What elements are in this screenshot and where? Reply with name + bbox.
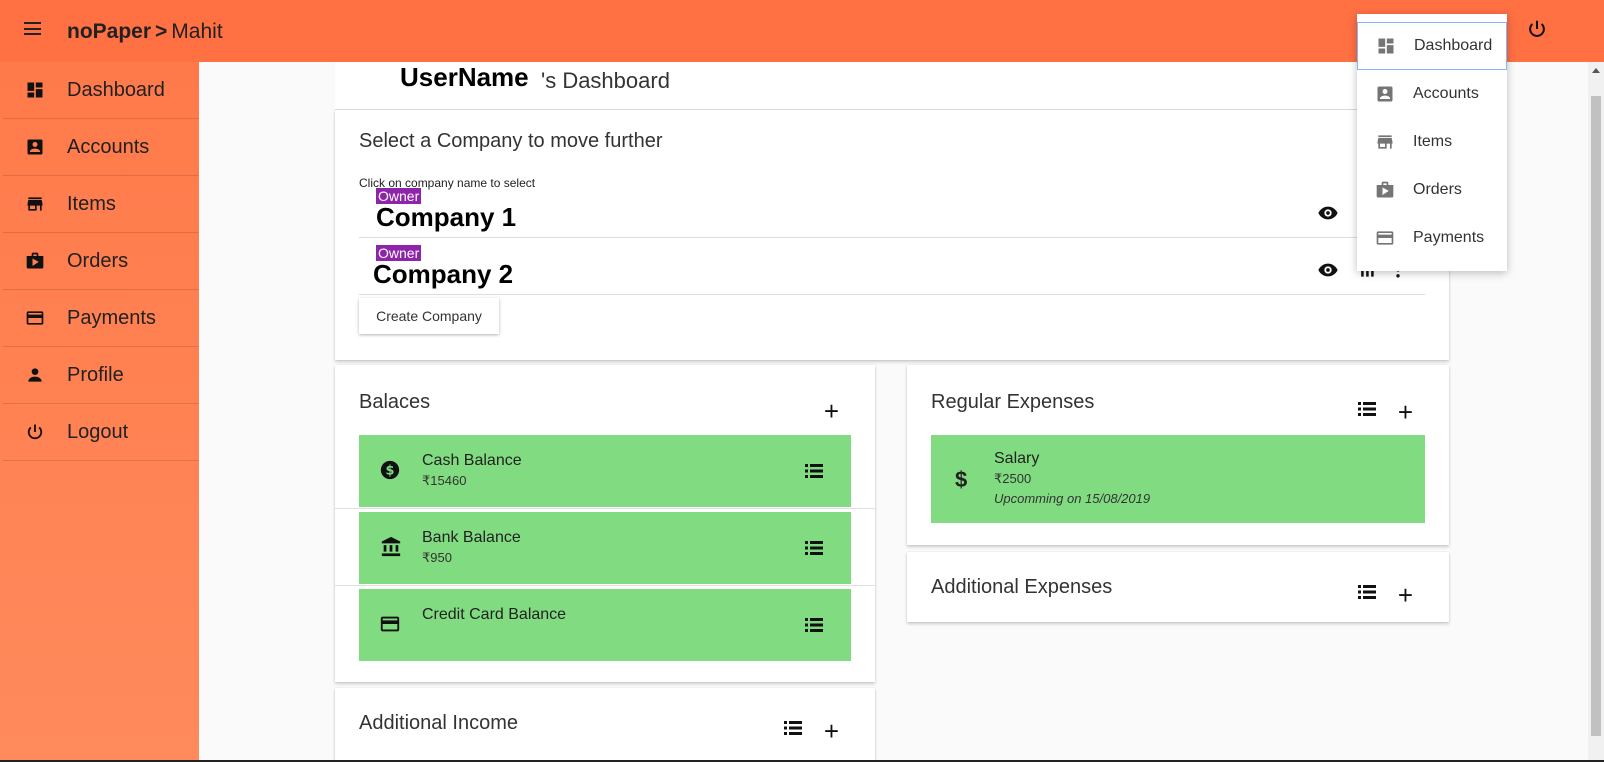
menu-item-accounts[interactable]: Accounts: [1357, 70, 1507, 118]
dollar-circle-icon: $: [379, 459, 401, 486]
expense-value: ₹2500: [994, 471, 1032, 486]
store-icon: [24, 193, 46, 215]
account-box-icon: [24, 136, 46, 158]
svg-text:$: $: [386, 464, 395, 479]
app-name[interactable]: noPaper: [67, 20, 151, 43]
sidebar-item-label: Orders: [67, 249, 129, 272]
balance-item-cash[interactable]: $ Cash Balance ₹15460: [359, 435, 851, 507]
expense-name: Salary: [994, 450, 1040, 467]
sidebar-item-payments[interactable]: Payments: [3, 290, 199, 347]
credit-card-icon: [24, 307, 46, 329]
balance-value: ₹15460: [422, 473, 467, 488]
breadcrumb-separator-icon: >: [155, 20, 168, 43]
sidebar-item-label: Profile: [67, 363, 124, 386]
company-name[interactable]: Company 1: [376, 202, 516, 233]
balance-item-bank[interactable]: Bank Balance ₹950: [359, 512, 851, 584]
balance-name: Bank Balance: [422, 529, 521, 546]
nav-dropdown-menu: Dashboard Accounts Items Orders Payments: [1357, 14, 1507, 271]
menu-item-payments[interactable]: Payments: [1357, 214, 1507, 262]
bank-icon: [379, 536, 403, 563]
balance-item-credit-card[interactable]: Credit Card Balance: [359, 589, 851, 661]
menu-item-label: Dashboard: [1414, 37, 1493, 54]
dollar-icon: $: [955, 467, 968, 492]
card-title: Select a Company to move further: [359, 130, 663, 152]
regular-expenses-card: Regular Expenses + $ Salary ₹2500 Upcomm…: [907, 365, 1449, 545]
view-icon[interactable]: [1317, 202, 1339, 229]
sidebar-item-label: Payments: [67, 306, 156, 329]
list-icon[interactable]: [805, 617, 823, 638]
menu-item-label: Accounts: [1413, 85, 1479, 102]
divider: [335, 508, 875, 509]
add-icon[interactable]: +: [1398, 399, 1413, 425]
company-row[interactable]: Owner Company 2: [359, 245, 1425, 295]
scroll-up-icon[interactable]: [1592, 68, 1600, 73]
dashboard-header: UserName 's Dashboard: [335, 62, 1449, 110]
balance-name: Credit Card Balance: [422, 606, 567, 623]
credit-card-icon: [379, 613, 401, 640]
add-icon[interactable]: +: [1398, 582, 1413, 608]
card-title: Additional Income: [359, 712, 518, 734]
view-icon[interactable]: [1317, 259, 1339, 286]
list-icon[interactable]: [805, 463, 823, 484]
shop-icon: [24, 250, 46, 272]
additional-expenses-card: Additional Expenses +: [907, 552, 1449, 622]
list-icon[interactable]: [805, 540, 823, 561]
username: UserName: [400, 62, 529, 92]
power-icon: [24, 421, 46, 443]
breadcrumb-user: Mahit: [171, 20, 223, 43]
menu-item-orders[interactable]: Orders: [1357, 166, 1507, 214]
company-row[interactable]: Owner Company 1: [359, 188, 1425, 238]
sidebar-item-accounts[interactable]: Accounts: [3, 119, 199, 176]
create-company-button[interactable]: Create Company: [359, 298, 499, 334]
list-icon[interactable]: [1357, 584, 1376, 605]
menu-item-items[interactable]: Items: [1357, 118, 1507, 166]
store-icon: [1375, 132, 1395, 152]
sidebar-item-label: Accounts: [67, 135, 150, 158]
divider: [335, 585, 875, 586]
menu-item-label: Payments: [1413, 229, 1485, 246]
scrollbar[interactable]: [1588, 62, 1604, 762]
additional-income-card: Additional Income +: [335, 688, 875, 762]
sidebar-item-logout[interactable]: Logout: [3, 404, 199, 461]
card-title: Balaces: [359, 391, 431, 413]
shop-icon: [1375, 180, 1395, 200]
balance-name: Cash Balance: [422, 452, 522, 469]
card-title: Regular Expenses: [931, 391, 1095, 413]
menu-item-label: Items: [1413, 133, 1453, 150]
dashboard-icon: [1376, 36, 1396, 56]
account-box-icon: [1375, 84, 1395, 104]
menu-item-dashboard[interactable]: Dashboard: [1357, 22, 1507, 70]
person-icon: [24, 364, 46, 386]
expense-item-salary[interactable]: $ Salary ₹2500 Upcomming on 15/08/2019: [931, 435, 1425, 523]
add-icon[interactable]: +: [824, 398, 839, 424]
power-icon[interactable]: [1526, 18, 1548, 45]
sidebar-item-label: Items: [67, 192, 116, 215]
expense-note: Upcomming on 15/08/2019: [994, 491, 1151, 506]
sidebar: Dashboard Accounts Items Orders Payments…: [0, 62, 199, 762]
credit-card-icon: [1375, 228, 1395, 248]
list-icon[interactable]: [1357, 401, 1376, 422]
scrollbar-thumb[interactable]: [1591, 96, 1601, 736]
dashboard-icon: [24, 79, 46, 101]
card-title: Additional Expenses: [931, 576, 1113, 598]
sidebar-item-label: Logout: [67, 420, 129, 443]
balance-value: ₹950: [422, 550, 452, 565]
list-icon[interactable]: [783, 720, 802, 741]
sidebar-item-profile[interactable]: Profile: [3, 347, 199, 404]
menu-item-label: Orders: [1413, 181, 1462, 198]
breadcrumb: noPaper > Mahit: [67, 20, 223, 44]
sidebar-item-dashboard[interactable]: Dashboard: [3, 62, 199, 119]
sidebar-item-items[interactable]: Items: [3, 176, 199, 233]
add-icon[interactable]: +: [824, 718, 839, 744]
sidebar-item-orders[interactable]: Orders: [3, 233, 199, 290]
company-name[interactable]: Company 2: [373, 259, 513, 290]
page-title: 's Dashboard: [541, 68, 670, 93]
balances-card: Balaces + $ Cash Balance ₹15460 Bank Bal…: [335, 365, 875, 682]
sidebar-item-label: Dashboard: [67, 78, 165, 101]
hamburger-menu-icon[interactable]: [24, 22, 44, 40]
company-select-card: Select a Company to move further Click o…: [335, 110, 1449, 360]
